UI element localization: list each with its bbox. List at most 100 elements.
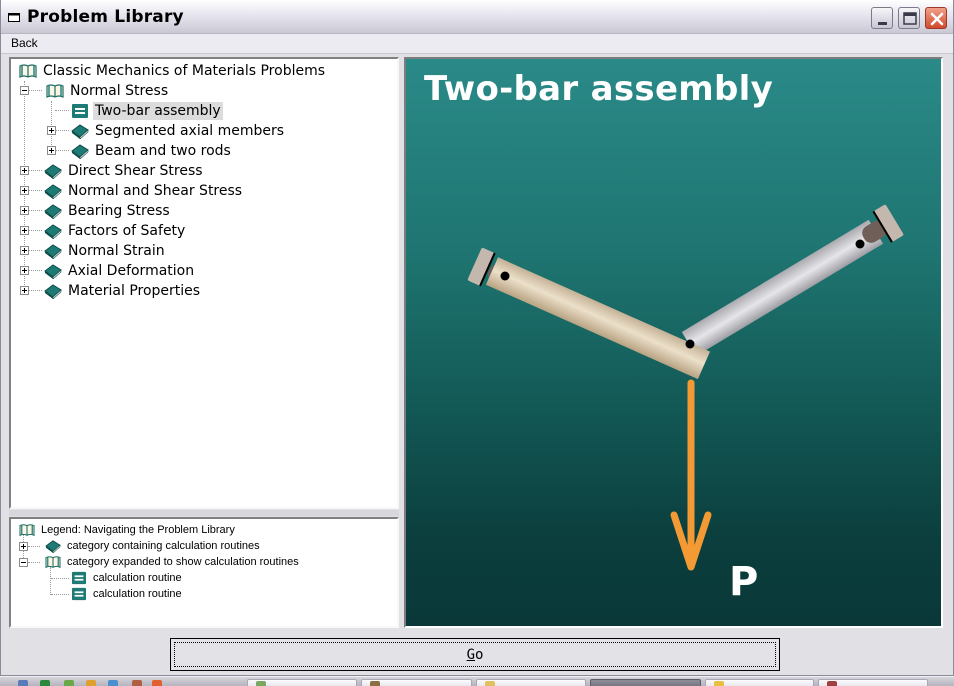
close-icon (930, 12, 944, 26)
tree-item-label: Material Properties (68, 283, 201, 299)
legend-connector (51, 578, 69, 579)
tree-connector (28, 170, 42, 171)
taskbar-button[interactable] (705, 679, 814, 686)
expand-toggle[interactable] (47, 146, 56, 155)
tree-item-factors-of-safety[interactable]: Factors of Safety (44, 221, 187, 241)
tree-item-segmented-axial-members[interactable]: Segmented axial members (71, 121, 286, 141)
legend-item-label: calculation routine (93, 588, 182, 600)
tree-item-label: Normal and Shear Stress (68, 183, 243, 199)
tree-connector (28, 90, 42, 91)
app-icon (714, 681, 724, 686)
legend-title: Legend: Navigating the Problem Library (19, 522, 237, 538)
legend-item: calculation routine (71, 586, 184, 602)
tree-item-normal-stress[interactable]: Normal Stress (46, 81, 170, 101)
calculation-routine-icon (72, 587, 86, 601)
tree-connector (55, 130, 69, 131)
legend-title-label: Legend: Navigating the Problem Library (41, 524, 235, 536)
maximize-icon (903, 12, 917, 25)
close-button[interactable] (925, 7, 947, 29)
calculation-routine-icon (72, 571, 86, 585)
tree-item-label: Normal Strain (68, 243, 165, 259)
quick-launch-icon[interactable] (64, 680, 74, 686)
open-book-icon (45, 556, 61, 569)
taskbar-button[interactable] (361, 679, 472, 686)
go-button-label: o (475, 646, 484, 663)
tree-item-material-properties[interactable]: Material Properties (44, 281, 202, 301)
tree-item-label: Segmented axial members (95, 123, 285, 139)
expand-toggle[interactable] (20, 286, 29, 295)
quick-launch-icon[interactable] (18, 680, 28, 686)
tree-item-label: Axial Deformation (68, 263, 195, 279)
quick-launch-icon[interactable] (108, 680, 118, 686)
tree-item-beam-and-two-rods[interactable]: Beam and two rods (71, 141, 233, 161)
go-button[interactable]: Go (170, 638, 780, 671)
tree-item-normal-and-shear-stress[interactable]: Normal and Shear Stress (44, 181, 244, 201)
expand-toggle[interactable] (47, 126, 56, 135)
legend-panel: Legend: Navigating the Problem Library c… (9, 517, 399, 628)
left-bar (485, 257, 711, 380)
expand-toggle[interactable] (20, 166, 29, 175)
legend-item: calculation routine (71, 570, 184, 586)
app-icon (370, 681, 380, 686)
legend-collapse-symbol (19, 558, 28, 567)
problem-tree[interactable]: Classic Mechanics of Materials Problems … (9, 57, 399, 509)
legend-connector (50, 567, 51, 595)
two-bar-assembly-diagram: P (467, 204, 904, 605)
taskbar-button-active[interactable] (590, 679, 701, 686)
open-book-icon (46, 84, 64, 98)
legend-connector (28, 562, 40, 563)
tree-connector (28, 270, 42, 271)
collapse-toggle[interactable] (20, 86, 29, 95)
closed-book-icon (44, 284, 62, 299)
action-bar: Go (1, 630, 953, 676)
tree-item-direct-shear-stress[interactable]: Direct Shear Stress (44, 161, 205, 181)
quick-launch-icon[interactable] (86, 680, 96, 686)
calculation-routine-icon (72, 104, 88, 118)
tree-item-label: Direct Shear Stress (68, 163, 203, 179)
back-menu-item[interactable]: Back (11, 36, 38, 50)
closed-book-icon (44, 164, 62, 179)
legend-expand-symbol (19, 542, 28, 551)
tree-item-normal-strain[interactable]: Normal Strain (44, 241, 167, 261)
tree-item-label: Factors of Safety (68, 223, 186, 239)
quick-launch-icon[interactable] (132, 680, 142, 686)
legend-item-label: category expanded to show calculation ro… (67, 556, 299, 568)
expand-toggle[interactable] (20, 246, 29, 255)
tree-item-label: Normal Stress (70, 83, 169, 99)
taskbar-button[interactable] (476, 679, 586, 686)
closed-book-icon (45, 540, 61, 553)
minimize-button[interactable] (871, 7, 893, 29)
tree-root[interactable]: Classic Mechanics of Materials Problems (19, 61, 327, 81)
expand-toggle[interactable] (20, 266, 29, 275)
quick-launch-icon[interactable] (40, 680, 50, 686)
tree-item-label: Bearing Stress (68, 203, 170, 219)
window-title: Problem Library (27, 7, 184, 27)
panel-splitter[interactable] (9, 510, 399, 516)
right-bar (681, 219, 884, 357)
problem-library-window: Problem Library Back Classic Mechanics o… (0, 0, 954, 676)
tree-item-bearing-stress[interactable]: Bearing Stress (44, 201, 172, 221)
load-arrow (670, 379, 712, 571)
expand-toggle[interactable] (20, 226, 29, 235)
tree-connector (28, 210, 42, 211)
tree-root-label: Classic Mechanics of Materials Problems (43, 63, 326, 79)
tree-connector (28, 250, 42, 251)
tree-item-two-bar-assembly[interactable]: Two-bar assembly (71, 101, 223, 121)
tree-connector (28, 290, 42, 291)
closed-book-icon (44, 184, 62, 199)
maximize-button[interactable] (898, 7, 920, 29)
closed-book-icon (44, 264, 62, 279)
menu-bar: Back (1, 34, 953, 54)
app-icon (827, 681, 837, 686)
tree-connector (28, 190, 42, 191)
closed-book-icon (44, 204, 62, 219)
title-bar[interactable]: Problem Library (1, 0, 953, 34)
quick-launch-icon[interactable] (152, 680, 162, 686)
taskbar-button[interactable] (247, 679, 357, 686)
expand-toggle[interactable] (20, 206, 29, 215)
taskbar-button[interactable] (818, 679, 928, 686)
expand-toggle[interactable] (20, 186, 29, 195)
tree-connector (28, 230, 42, 231)
tree-item-axial-deformation[interactable]: Axial Deformation (44, 261, 196, 281)
legend-item-label: calculation routine (93, 572, 182, 584)
